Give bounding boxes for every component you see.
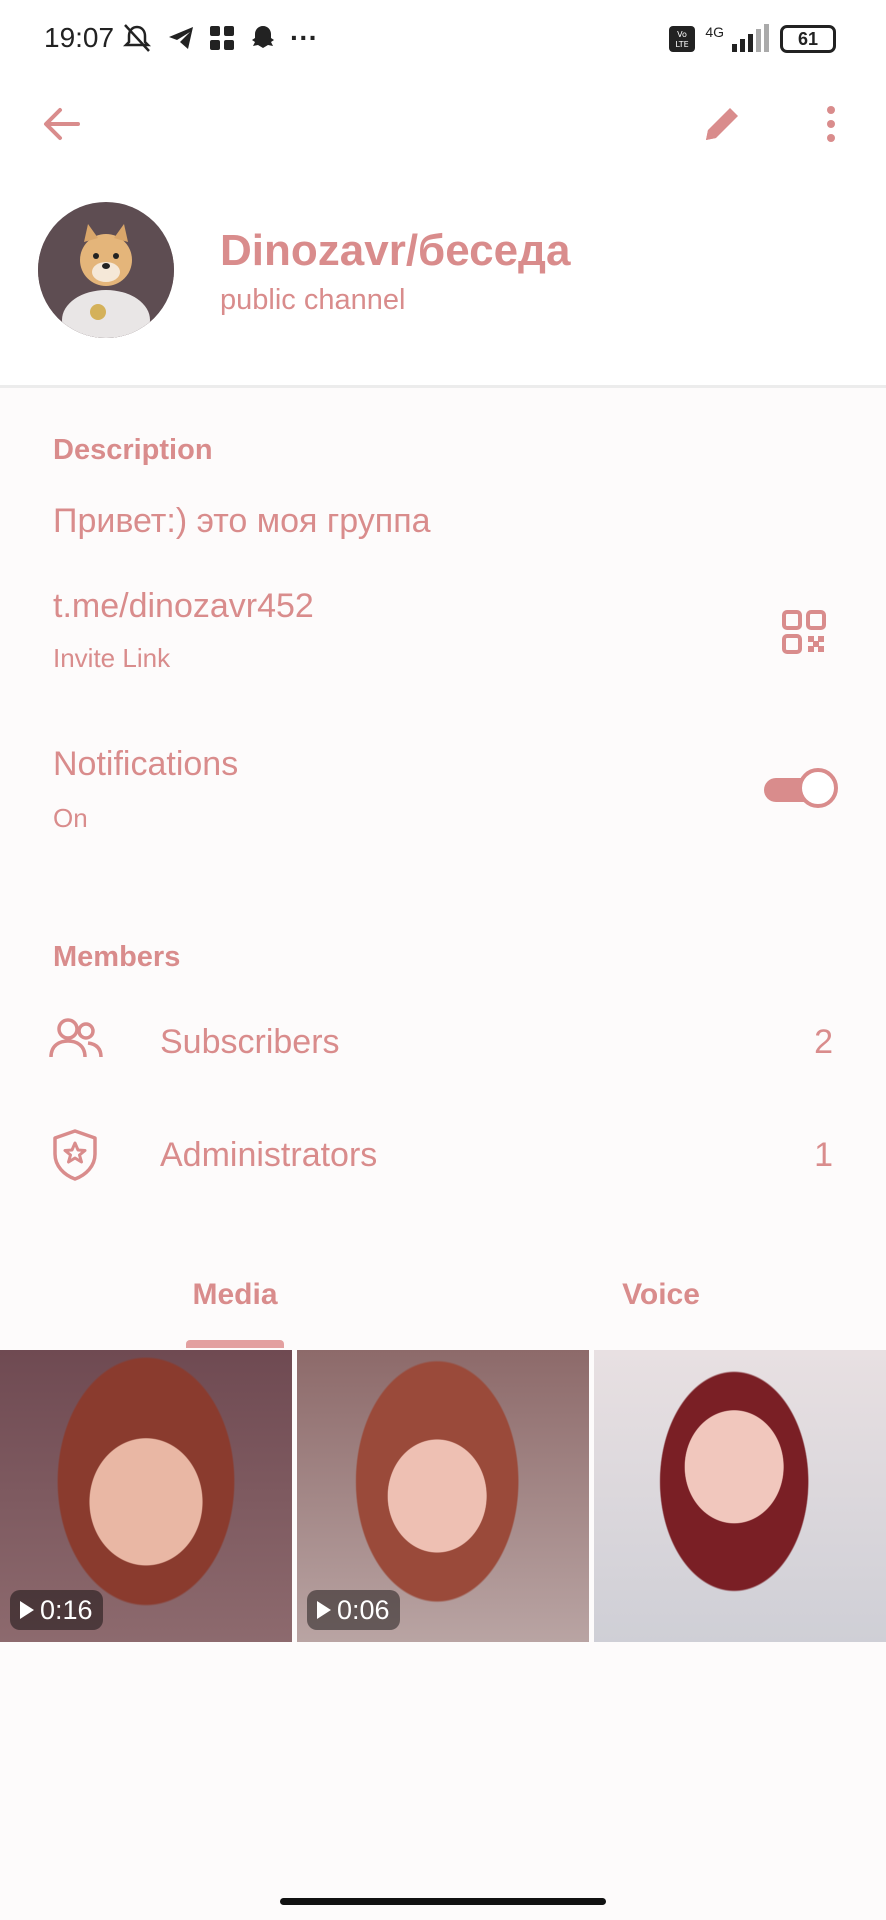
tab-voice[interactable]: Voice — [566, 1278, 756, 1312]
svg-text:Vo: Vo — [677, 30, 687, 39]
status-more: ··· — [290, 22, 318, 53]
edit-pencil-icon[interactable] — [700, 102, 744, 146]
members-row-administrators[interactable]: Administrators 1 — [0, 1098, 886, 1208]
description-text: Привет:) это моя группа — [53, 502, 431, 540]
description-heading: Description — [53, 434, 213, 466]
media-tile-3[interactable] — [594, 1350, 886, 1642]
media-tile-2[interactable]: 0:06 — [297, 1350, 589, 1642]
subscribers-count: 2 — [814, 1023, 833, 1061]
media-tile-1[interactable]: 0:16 — [0, 1350, 292, 1642]
volte-icon: Vo LTE — [669, 26, 696, 52]
status-icons-left: ··· — [120, 22, 318, 54]
members-heading: Members — [53, 941, 181, 973]
administrators-label: Administrators — [160, 1136, 378, 1174]
back-arrow-icon[interactable] — [40, 102, 84, 146]
snapchat-icon — [252, 26, 274, 48]
mute-bell-icon — [122, 24, 152, 52]
network-type: 4G — [705, 24, 724, 40]
apps-icon — [210, 26, 234, 50]
status-time: 19:07 — [44, 22, 115, 53]
channel-title: Dinozavr/беседа — [220, 226, 571, 275]
channel-avatar[interactable] — [38, 202, 174, 338]
status-icons-right: Vo LTE 4G 61 — [669, 24, 836, 54]
battery-icon: 61 — [780, 25, 836, 53]
doge-astronaut-avatar-image — [38, 202, 174, 338]
home-indicator[interactable] — [280, 1898, 606, 1905]
video-duration: 0:06 — [337, 1594, 390, 1625]
battery-level: 61 — [797, 28, 819, 49]
svg-text:LTE: LTE — [676, 40, 689, 49]
more-vertical-icon[interactable] — [816, 102, 846, 146]
play-icon — [317, 1601, 331, 1619]
tab-media[interactable]: Media — [140, 1278, 330, 1312]
toggle-knob — [798, 768, 838, 808]
administrators-count: 1 — [814, 1136, 833, 1174]
subscribers-label: Subscribers — [160, 1023, 340, 1061]
people-icon — [49, 1018, 103, 1058]
play-icon — [20, 1601, 34, 1619]
members-row-subscribers[interactable]: Subscribers 2 — [0, 985, 886, 1095]
shield-star-icon — [53, 1129, 97, 1181]
video-duration-badge: 0:16 — [10, 1590, 103, 1630]
invite-link-row[interactable]: t.me/dinozavr452 Invite Link — [0, 575, 886, 685]
invite-link[interactable]: t.me/dinozavr452 — [53, 587, 314, 626]
signal-icon — [732, 24, 769, 52]
notifications-value: On — [53, 803, 88, 833]
notifications-toggle[interactable] — [760, 766, 838, 810]
notifications-row[interactable]: Notifications On — [0, 735, 886, 845]
notifications-label: Notifications — [53, 745, 239, 783]
invite-link-label: Invite Link — [53, 643, 171, 673]
channel-type: public channel — [220, 284, 406, 316]
video-duration-badge: 0:06 — [307, 1590, 400, 1630]
tab-active-indicator — [186, 1340, 284, 1348]
telegram-icon — [169, 27, 193, 49]
video-duration: 0:16 — [40, 1594, 93, 1625]
qr-code-icon[interactable] — [782, 610, 826, 654]
